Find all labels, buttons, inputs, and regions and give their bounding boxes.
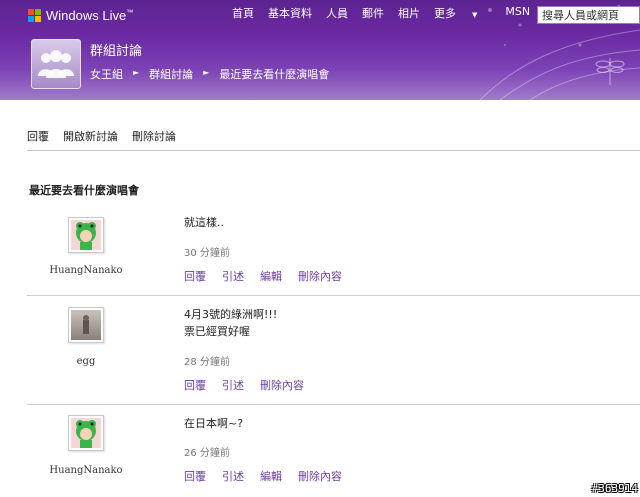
header-banner: Windows Live™ 首頁 基本資料 人員 郵件 相片 更多▼ MSN▼ … [0,0,640,100]
new-topic-button[interactable]: 開啟新討論 [63,128,118,144]
author-name[interactable]: HuangNanako [27,265,145,276]
watermark-text: #363914 [591,482,638,495]
post-message-line: 4月3號的綠洲啊!!! [184,308,278,321]
post-message: 4月3號的綠洲啊!!! 票已經買好喔 [184,306,277,340]
nav-more[interactable]: 更多 ▼ [434,5,491,21]
avatar[interactable] [68,307,104,343]
nav-mail[interactable]: 郵件 [362,5,384,21]
reply-link[interactable]: 回覆 [184,268,206,284]
breadcrumb-current: 最近要去看什麼演唱會 [219,68,330,81]
edit-link[interactable]: 編輯 [260,468,282,484]
quote-link[interactable]: 引述 [222,268,244,284]
post-actions: 回覆 引述 刪除內容 [184,377,320,393]
post-message: 就這樣.. [184,216,224,229]
nav-home[interactable]: 首頁 [232,5,254,21]
breadcrumb-discussions[interactable]: 群組討論 [149,66,193,82]
top-navigation: 首頁 基本資料 人員 郵件 相片 更多▼ MSN▼ [232,5,579,21]
breadcrumb-arrow-icon: ► [133,68,140,77]
post-actions: 回覆 引述 編輯 刪除內容 [184,468,358,484]
brand-name: Windows Live™ [46,8,134,23]
chevron-down-icon: ▼ [472,11,478,19]
divider [27,150,640,151]
quote-link[interactable]: 引述 [222,468,244,484]
people-group-icon [38,50,74,78]
delete-content-link[interactable]: 刪除內容 [298,468,342,484]
divider [27,404,640,405]
search-input[interactable]: 搜尋人員或網頁 [537,6,640,24]
nav-photos[interactable]: 相片 [398,5,420,21]
reply-button[interactable]: 回覆 [27,128,49,144]
delete-content-link[interactable]: 刪除內容 [260,377,304,393]
author-name[interactable]: HuangNanako [27,465,145,476]
delete-content-link[interactable]: 刪除內容 [298,268,342,284]
breadcrumb-arrow-icon: ► [203,68,210,77]
discussion-toolbar: 回覆 開啟新討論 刪除討論 [27,128,190,144]
post-message: 在日本啊~? [184,417,244,430]
breadcrumb: 女王組 ► 群組討論 ► 最近要去看什麼演唱會 [90,66,329,82]
reply-link[interactable]: 回覆 [184,377,206,393]
reply-link[interactable]: 回覆 [184,468,206,484]
green-frog-hood-avatar-icon [71,220,101,250]
quote-link[interactable]: 引述 [222,377,244,393]
post-time: 26 分鐘前 [184,448,230,459]
avatar[interactable] [68,217,104,253]
windows-flag-icon [28,9,41,22]
photo-avatar-icon [71,310,101,340]
edit-link[interactable]: 編輯 [260,268,282,284]
post-actions: 回覆 引述 編輯 刪除內容 [184,268,358,284]
nav-people[interactable]: 人員 [326,5,348,21]
post-message-line: 票已經買好喔 [184,325,250,338]
post-time: 30 分鐘前 [184,248,230,259]
author-name[interactable]: egg [27,356,145,367]
delete-topic-button[interactable]: 刪除討論 [132,128,176,144]
nav-profile[interactable]: 基本資料 [268,5,312,21]
thread-title: 最近要去看什麼演唱會 [29,184,139,197]
avatar[interactable] [68,415,104,451]
breadcrumb-group[interactable]: 女王組 [90,66,123,82]
page-title: 群組討論 [90,44,143,59]
green-frog-hood-avatar-icon [71,418,101,448]
post-time: 28 分鐘前 [184,357,230,368]
group-avatar [31,39,81,89]
divider [27,295,640,296]
windows-live-logo[interactable]: Windows Live™ [28,8,133,23]
